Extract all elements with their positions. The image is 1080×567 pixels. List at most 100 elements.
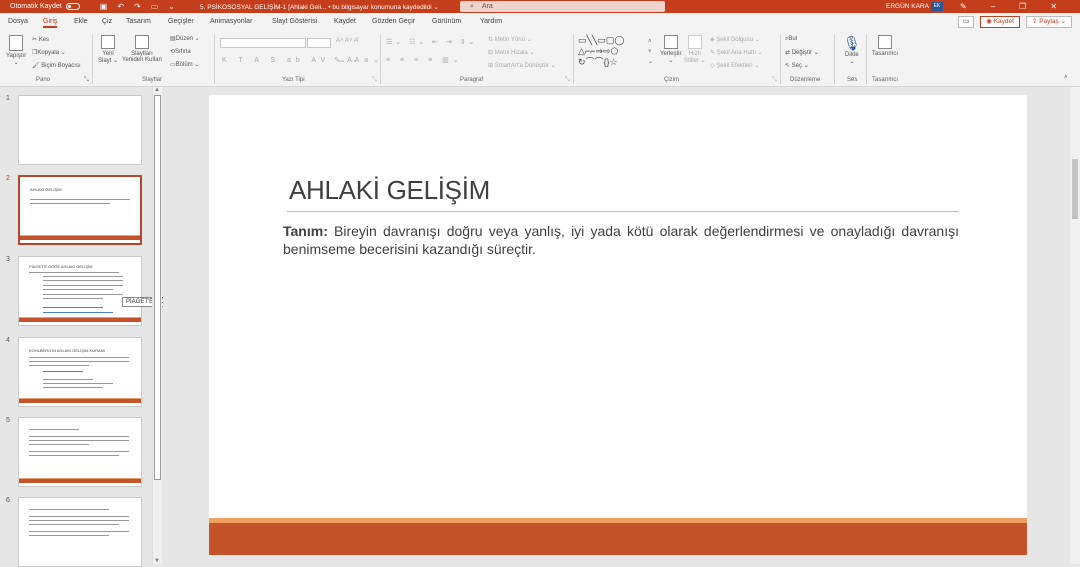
font-dialog-launcher-icon[interactable]: ⤡ bbox=[372, 77, 377, 84]
drawing-dialog-launcher-icon[interactable]: ⤡ bbox=[772, 77, 777, 84]
save-icon[interactable]: ▣ bbox=[100, 2, 108, 11]
text-direction-button[interactable]: ⇅ Metin Yönü ⌄ bbox=[488, 36, 532, 43]
share-button[interactable]: ⇪ Paylaş ⌄ bbox=[1025, 16, 1072, 28]
reuse-slides-button[interactable]: Slaytları Yeniden Kullan bbox=[122, 35, 162, 63]
copy-button[interactable]: ❐Kopyala ⌄ bbox=[32, 49, 66, 56]
customize-toolbar-icon[interactable]: ⌄ bbox=[168, 2, 175, 11]
tab-slideshow[interactable]: Slayt Gösterisi bbox=[272, 18, 317, 25]
replace-icon: ⇄ bbox=[785, 50, 791, 56]
thumbnail-title: KOHLBERG'İN AHLAKİ GELİŞİM KURAMI bbox=[29, 348, 106, 353]
tab-animations[interactable]: Animasyonlar bbox=[210, 18, 252, 25]
cut-button[interactable]: ✂ Kes bbox=[32, 36, 49, 43]
slide-title[interactable]: AHLAKİ GELİŞİM bbox=[289, 175, 490, 206]
start-slideshow-icon[interactable]: ▭ bbox=[151, 2, 159, 11]
comments-button[interactable]: ▭ bbox=[958, 16, 975, 28]
group-label-designer: Tasarımcı bbox=[872, 77, 899, 83]
format-painter-button[interactable]: 🖌 Biçim Boyacısı bbox=[32, 62, 81, 69]
autosave-toggle[interactable] bbox=[65, 3, 80, 10]
slide-thumbnail-5[interactable] bbox=[18, 417, 142, 487]
align-buttons[interactable]: ≡ ≡ ≡ ≡ ▥⌄ bbox=[386, 56, 463, 64]
font-name-combo[interactable] bbox=[220, 38, 306, 48]
minimize-icon[interactable]: – bbox=[991, 2, 995, 11]
restore-icon[interactable]: ❐ bbox=[1019, 2, 1026, 11]
select-button[interactable]: ↖ Seç ⌄ bbox=[785, 62, 809, 69]
shape-fill-button[interactable]: ◈ Şekil Dolgusu ⌄ bbox=[710, 36, 760, 43]
editor-scrollbar-thumb[interactable] bbox=[1072, 159, 1078, 219]
list-buttons[interactable]: ☰⌄ ☷⌄ ⇤ ⇥ ⇕⌄ bbox=[386, 38, 478, 46]
record-button[interactable]: ◉ Kaydet bbox=[980, 16, 1020, 28]
tab-home[interactable]: Giriş bbox=[43, 18, 58, 28]
slide-thumbnail-4[interactable]: KOHLBERG'İN AHLAKİ GELİŞİM KURAMI bbox=[18, 337, 142, 407]
arrange-icon bbox=[663, 35, 678, 49]
search-box[interactable]: ⌕ Ara bbox=[460, 1, 665, 12]
group-label-clipboard: Pano bbox=[36, 77, 51, 83]
align-text-button[interactable]: ⊟ Metni Hizala ⌄ bbox=[488, 49, 534, 56]
paste-button[interactable]: Yapıştır ⌄ bbox=[6, 35, 26, 66]
tab-file[interactable]: Dosya bbox=[8, 18, 28, 25]
pen-icon[interactable]: ✎ bbox=[960, 2, 967, 11]
scrollbar-thumb[interactable] bbox=[154, 95, 161, 480]
thumbnail-number: 1 bbox=[6, 95, 10, 102]
collapse-ribbon-icon[interactable]: ˄ bbox=[1064, 75, 1068, 81]
shape-fill-label: Şekil Dolgusu bbox=[716, 37, 753, 43]
shape-effects-button[interactable]: ◇ Şekil Efektleri ⌄ bbox=[710, 62, 759, 69]
font-color-buttons[interactable]: ✎⌄ A⌄ bbox=[334, 56, 358, 64]
user-name[interactable]: ERGÜN KARA bbox=[886, 3, 929, 10]
tab-record[interactable]: Kaydet bbox=[334, 18, 356, 25]
smartart-button[interactable]: ⊞ SmartArt'a Dönüştür ⌄ bbox=[488, 62, 556, 69]
slide-thumbnail-3[interactable]: PİAGET'E GÖRE AHLAKİ GELİŞİM bbox=[18, 256, 142, 326]
shape-outline-button[interactable]: ✎ Şekil Ana Hattı ⌄ bbox=[710, 49, 763, 56]
share-button-label: Paylaş bbox=[1039, 18, 1059, 25]
scroll-down-icon[interactable]: ▼ bbox=[154, 558, 160, 564]
slide-thumbnail-2[interactable]: AHLAKİ GELİŞİM bbox=[18, 175, 142, 245]
tab-help[interactable]: Yardım bbox=[480, 18, 502, 25]
find-button[interactable]: ⌕Bul bbox=[785, 36, 797, 43]
tab-draw[interactable]: Çiz bbox=[102, 18, 112, 25]
section-button[interactable]: ▭Bölüm ⌄ bbox=[170, 61, 199, 68]
title-divider bbox=[287, 211, 959, 212]
section-label: Bölüm bbox=[175, 62, 193, 68]
document-title[interactable]: 5. PSİKOSOSYAL GELİŞİM-1 [Ahlaki Geli...… bbox=[200, 3, 439, 11]
close-icon[interactable]: ✕ bbox=[1050, 2, 1057, 11]
group-label-editing: Düzenleme bbox=[790, 77, 821, 83]
new-slide-label-2: Slayt bbox=[98, 58, 112, 64]
new-slide-button[interactable]: Yeni Slayt ⌄ bbox=[98, 35, 118, 64]
tab-view[interactable]: Görünüm bbox=[432, 18, 461, 25]
tab-insert[interactable]: Ekle bbox=[74, 18, 88, 25]
replace-button[interactable]: ⇄ Değiştir ⌄ bbox=[785, 49, 819, 56]
tab-transitions[interactable]: Geçişler bbox=[168, 18, 194, 25]
slide-thumbnail-1[interactable] bbox=[18, 95, 142, 165]
clear-format-icon[interactable]: A̸ bbox=[354, 38, 358, 44]
current-slide[interactable]: AHLAKİ GELİŞİM Tanım: Bireyin davranışı … bbox=[209, 95, 1027, 555]
undo-icon[interactable]: ↶ bbox=[117, 2, 124, 11]
layout-button[interactable]: ▤Düzen ⌄ bbox=[170, 35, 200, 42]
slide-thumbnail-6[interactable] bbox=[18, 497, 142, 567]
autosave-label: Otomatik Kaydet bbox=[10, 3, 62, 10]
tab-review[interactable]: Gözden Geçir bbox=[372, 18, 415, 25]
font-size-combo[interactable] bbox=[307, 38, 331, 48]
group-label-slides: Slaytlar bbox=[142, 77, 163, 83]
copy-label: Kopyala bbox=[37, 50, 60, 56]
quick-styles-button[interactable]: Hızlı Stiller ⌄ bbox=[684, 35, 706, 64]
shapes-gallery[interactable]: ▭╲╲▭▢◯ △⌐⌐⇒⇨⬠ ↻⌒⌒{}☆ bbox=[578, 35, 624, 68]
paragraph-dialog-launcher-icon[interactable]: ⤡ bbox=[565, 77, 570, 84]
avatar[interactable]: EK bbox=[931, 2, 943, 11]
record-button-label: Kaydet bbox=[993, 18, 1014, 25]
redo-icon[interactable]: ↷ bbox=[134, 2, 141, 11]
shapes-gallery-scroll[interactable]: ˄ ˅ ⌄ bbox=[648, 37, 653, 67]
font-size-buttons[interactable]: A˄ A˅ A̸ bbox=[336, 38, 358, 44]
arrange-button[interactable]: Yerleştir ⌄ bbox=[660, 35, 681, 64]
font-style-buttons[interactable]: K T A S ab AV ⌄ Aa⌄ bbox=[222, 56, 384, 64]
quick-styles-icon bbox=[687, 35, 702, 49]
dialog-launcher-icon[interactable]: ⤡ bbox=[84, 77, 89, 84]
designer-button[interactable]: Tasarımcı bbox=[872, 35, 898, 57]
dictate-button[interactable]: 🎙 Dikte ⌄ bbox=[843, 35, 861, 65]
editor-scrollbar[interactable] bbox=[1070, 87, 1080, 564]
thumbnail-scrollbar[interactable]: ▲ ▼ bbox=[152, 87, 162, 564]
designer-icon bbox=[878, 35, 892, 49]
tab-design[interactable]: Tasarım bbox=[126, 18, 151, 25]
slide-body-text[interactable]: Tanım: Bireyin davranışı doğru veya yanl… bbox=[283, 222, 959, 258]
reset-button[interactable]: ⟲Sıfırla bbox=[170, 48, 191, 55]
text-direction-icon: ⇅ bbox=[488, 37, 494, 43]
scroll-up-icon[interactable]: ▲ bbox=[154, 87, 160, 93]
